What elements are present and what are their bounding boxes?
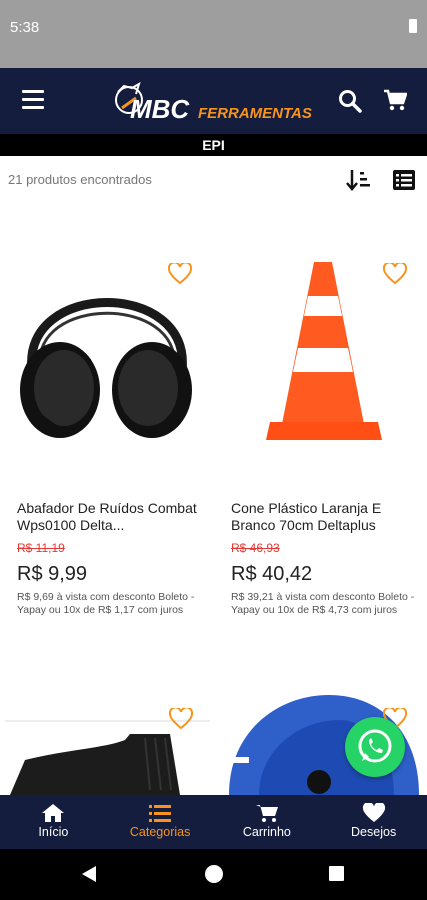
product-count: 21 produtos encontrados bbox=[8, 172, 152, 187]
cart-icon bbox=[384, 89, 408, 111]
product-old-price: R$ 46,93 bbox=[231, 541, 280, 555]
nav-label: Desejos bbox=[351, 825, 397, 839]
home-icon bbox=[42, 804, 65, 822]
product-image-boot bbox=[5, 720, 210, 795]
view-toggle-button[interactable] bbox=[392, 169, 416, 191]
product-card[interactable]: Cone Plástico Laranja E Branco 70cm Delt… bbox=[214, 230, 427, 650]
cart-button[interactable] bbox=[383, 88, 408, 112]
status-bar: 5:38 bbox=[0, 0, 427, 68]
product-image-traffic-cone bbox=[266, 262, 382, 440]
nav-item-cart[interactable]: Carrinho bbox=[214, 795, 321, 849]
product-price: R$ 40,42 bbox=[231, 563, 313, 585]
heart-outline-icon bbox=[167, 261, 193, 285]
heart-icon bbox=[362, 803, 385, 822]
menu-button[interactable] bbox=[22, 90, 44, 110]
product-title[interactable]: Cone Plástico Laranja E Branco 70cm Delt… bbox=[231, 500, 416, 536]
whatsapp-icon bbox=[358, 729, 392, 763]
logo-mark-icon: MBC FERRAMENTAS bbox=[115, 81, 312, 124]
product-image-ear-muffs bbox=[20, 298, 192, 438]
sort-icon bbox=[346, 170, 370, 191]
nav-item-home[interactable]: Início bbox=[0, 795, 107, 849]
sort-button[interactable] bbox=[346, 168, 372, 192]
product-payment-note: R$ 9,69 à vista com desconto Boleto - Ya… bbox=[17, 591, 195, 616]
search-button[interactable] bbox=[338, 89, 362, 113]
nav-label: Categorias bbox=[129, 825, 191, 839]
whatsapp-button[interactable] bbox=[345, 717, 405, 777]
product-card[interactable] bbox=[0, 690, 213, 795]
category-title: EPI bbox=[0, 134, 427, 156]
list-icon bbox=[149, 805, 172, 822]
product-payment-note: R$ 39,21 à vista com desconto Boleto - Y… bbox=[231, 591, 415, 616]
heart-outline-icon bbox=[168, 706, 194, 730]
product-old-price: R$ 11,19 bbox=[17, 541, 65, 555]
heart-outline-icon bbox=[382, 261, 408, 285]
favorite-button[interactable] bbox=[382, 261, 408, 285]
nav-item-categories[interactable]: Categorias bbox=[107, 795, 214, 849]
status-time: 5:38 bbox=[10, 19, 40, 36]
nav-item-wishlist[interactable]: Desejos bbox=[320, 795, 427, 849]
brand-logo[interactable]: MBC FERRAMENTAS bbox=[112, 78, 317, 126]
recent-apps-icon[interactable] bbox=[329, 866, 344, 881]
nav-label: Início bbox=[38, 825, 69, 839]
nav-label: Carrinho bbox=[242, 825, 291, 839]
menu-icon bbox=[22, 90, 44, 93]
favorite-button[interactable] bbox=[168, 706, 194, 730]
bottom-navigation: Início Categorias Carrinho Desejos bbox=[0, 795, 427, 849]
search-icon bbox=[339, 90, 362, 113]
product-title[interactable]: Abafador De Ruídos Combat Wps0100 Delta.… bbox=[17, 500, 202, 536]
app-header: MBC FERRAMENTAS bbox=[0, 68, 427, 134]
list-view-icon bbox=[393, 170, 415, 190]
system-navigation-bar bbox=[0, 849, 427, 900]
home-button-icon[interactable] bbox=[205, 865, 223, 883]
logo-main-text: MBC bbox=[130, 94, 190, 124]
back-icon[interactable] bbox=[80, 865, 98, 883]
product-card[interactable]: Abafador De Ruídos Combat Wps0100 Delta.… bbox=[0, 230, 213, 650]
product-price: R$ 9,99 bbox=[17, 563, 88, 585]
favorite-button[interactable] bbox=[167, 261, 193, 285]
logo-sub-text: FERRAMENTAS bbox=[198, 105, 312, 122]
cart-icon bbox=[255, 805, 278, 822]
battery-icon bbox=[409, 19, 417, 33]
